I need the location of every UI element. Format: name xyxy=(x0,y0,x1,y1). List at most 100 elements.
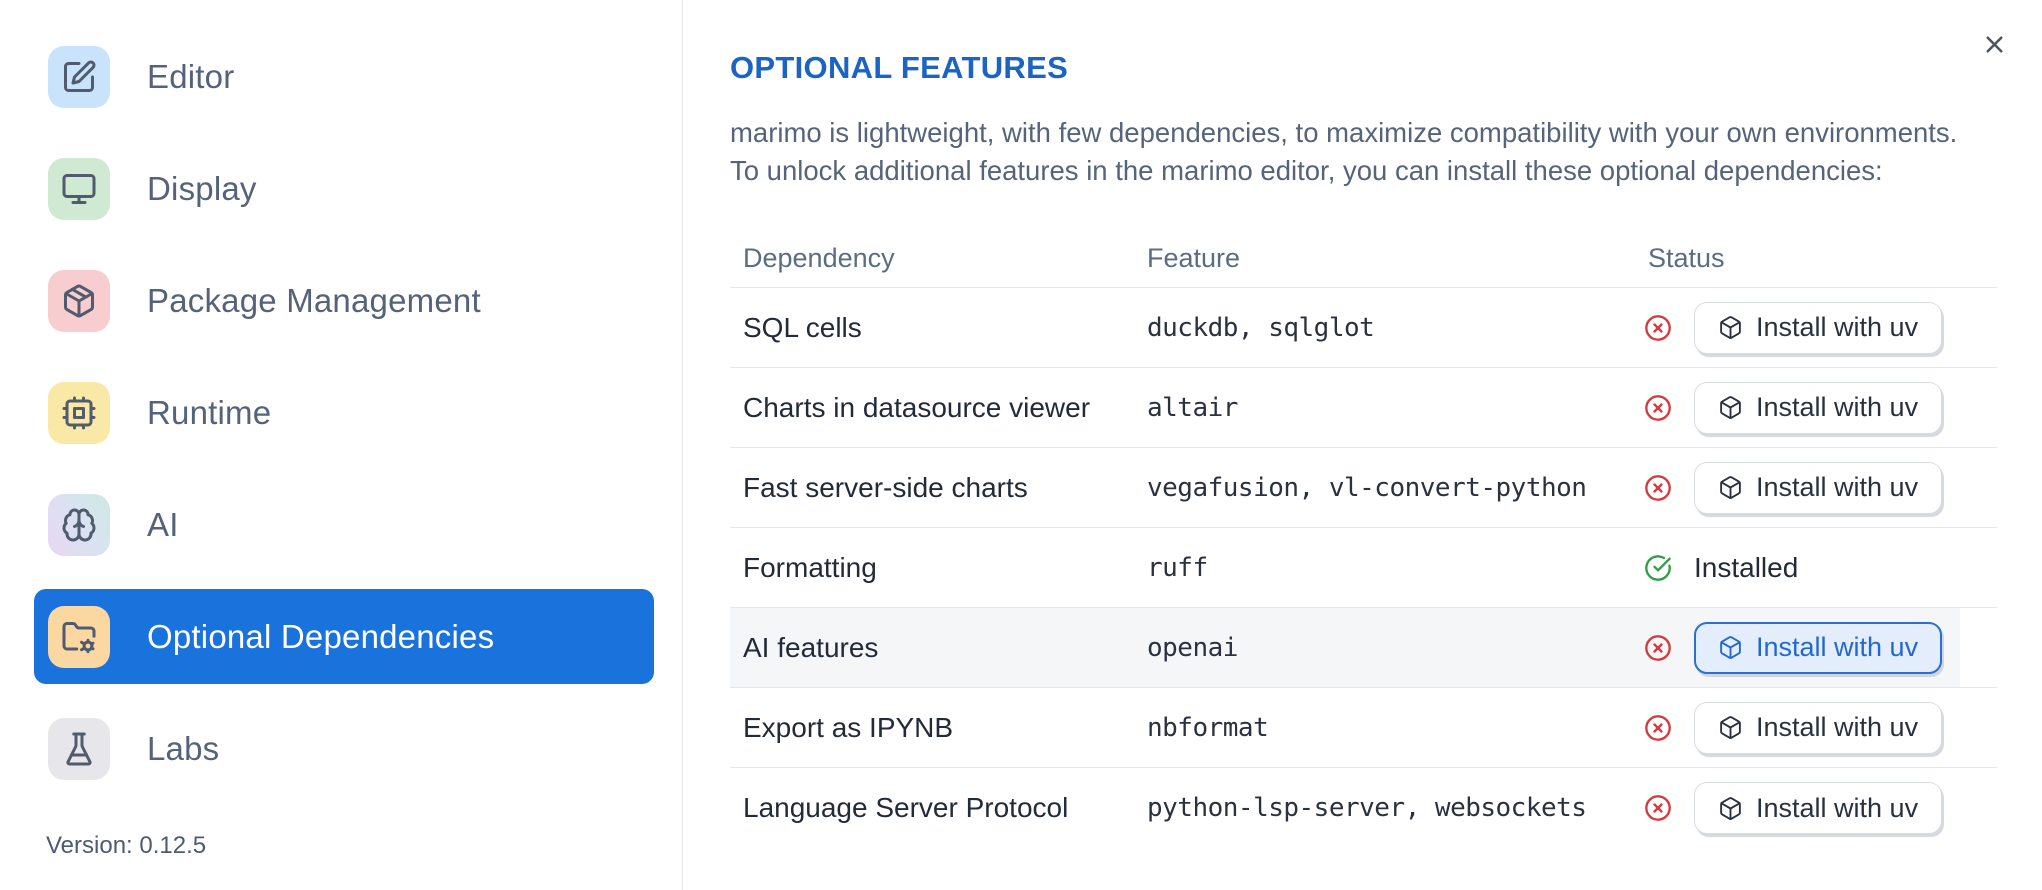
square-pen-icon-badge xyxy=(48,45,110,108)
sidebar-item-runtime[interactable]: Runtime xyxy=(34,365,654,460)
install-button-label: Install with uv xyxy=(1756,312,1919,342)
status-missing-icon xyxy=(1644,474,1672,502)
x-icon xyxy=(1985,35,2003,53)
folder-cog-icon xyxy=(62,621,96,653)
table-body: SQL cells duckdb, sqlglot Install with uv C… xyxy=(730,288,1997,848)
status-cell: Install with uv xyxy=(1644,301,1997,354)
dependency-cell: Export as IPYNB xyxy=(743,711,954,743)
sidebar-item-display[interactable]: Display xyxy=(34,141,654,236)
status-missing-icon xyxy=(1644,634,1672,662)
flask-icon xyxy=(66,732,92,765)
circle-x-icon xyxy=(1645,394,1671,421)
table-row: Fast server-side charts vegafusion, vl-co… xyxy=(730,448,1997,528)
status-cell: Installed xyxy=(1644,552,1997,584)
settings-sidebar: Editor Display Package Management Runtime AI… xyxy=(0,0,683,890)
table-row: Language Server Protocol python-lsp-serve… xyxy=(730,768,1997,848)
sidebar-item-package-management[interactable]: Package Management xyxy=(34,253,654,348)
flask-icon-badge xyxy=(48,717,110,780)
status-missing-icon xyxy=(1644,314,1672,342)
feature-cell: python-lsp-server, websockets xyxy=(1147,793,1587,823)
circle-x-icon xyxy=(1645,474,1671,501)
close-button[interactable] xyxy=(1979,29,2009,59)
box-icon xyxy=(1720,316,1741,339)
dependencies-table: Dependency Feature Status SQL cells duckd… xyxy=(730,230,1997,848)
optional-features-panel: OPTIONAL FEATURES marimo is lightweight,… xyxy=(683,0,2042,890)
install-with-uv-button[interactable]: Install with uv xyxy=(1694,301,1943,354)
circle-x-icon xyxy=(1645,314,1671,341)
install-with-uv-button[interactable]: Install with uv xyxy=(1694,701,1943,754)
sidebar-item-labs[interactable]: Labs xyxy=(34,701,654,796)
box-icon xyxy=(1720,396,1741,419)
box-icon xyxy=(1720,796,1741,820)
dependency-cell: AI features xyxy=(743,631,879,663)
square-pen-icon xyxy=(64,60,96,92)
circle-x-icon xyxy=(1645,795,1671,821)
feature-cell: openai xyxy=(1147,632,1238,663)
circle-x-icon xyxy=(1645,634,1671,661)
sidebar-item-label: Labs xyxy=(147,729,220,767)
sidebar-item-ai[interactable]: AI xyxy=(34,477,654,572)
cpu-icon-badge xyxy=(48,381,110,444)
header-dependency: Dependency xyxy=(743,243,895,273)
feature-cell: altair xyxy=(1147,392,1238,423)
sidebar-item-label: Package Management xyxy=(147,281,481,319)
table-row: SQL cells duckdb, sqlglot Install with uv xyxy=(730,288,1997,368)
table-header-row: Dependency Feature Status xyxy=(730,230,1997,288)
folder-cog-icon-badge xyxy=(48,605,110,668)
install-button-label: Install with uv xyxy=(1756,472,1919,502)
box-icon xyxy=(1720,636,1741,659)
sidebar-item-editor[interactable]: Editor xyxy=(34,29,654,124)
install-button-label: Install with uv xyxy=(1756,392,1919,422)
status-missing-icon xyxy=(1644,394,1672,422)
status-cell: Install with uv xyxy=(1644,701,1997,754)
table-row: Charts in datasource viewer altair Install… xyxy=(730,368,1997,448)
status-missing-icon xyxy=(1644,794,1672,822)
feature-cell: duckdb, sqlglot xyxy=(1147,312,1375,343)
header-feature: Feature xyxy=(1147,243,1241,273)
sidebar-item-optional-dependencies[interactable]: Optional Dependencies xyxy=(34,589,654,684)
sidebar-nav: Editor Display Package Management Runtime AI… xyxy=(0,29,682,796)
table-row: Formatting ruff Installed xyxy=(730,528,1997,608)
page-title: OPTIONAL FEATURES xyxy=(730,50,1069,85)
settings-dialog: Editor Display Package Management Runtime AI… xyxy=(0,0,2042,890)
status-cell: Install with uv xyxy=(1644,381,1997,434)
dependency-cell: SQL cells xyxy=(743,311,862,343)
monitor-icon xyxy=(62,173,96,204)
sidebar-item-label: Editor xyxy=(147,57,235,95)
installed-label: Installed xyxy=(1694,551,1799,583)
sidebar-item-label: Optional Dependencies xyxy=(147,617,495,655)
box-icon xyxy=(1720,716,1741,739)
dependency-cell: Fast server-side charts xyxy=(743,471,1028,503)
dependency-cell: Charts in datasource viewer xyxy=(743,391,1091,423)
status-cell: Install with uv xyxy=(1644,461,1997,514)
table-row: AI features openai Install with uv xyxy=(730,608,1997,688)
sidebar-item-label: Runtime xyxy=(147,393,272,431)
install-button-label: Install with uv xyxy=(1756,632,1919,662)
circle-x-icon xyxy=(1645,714,1671,741)
install-with-uv-button[interactable]: Install with uv xyxy=(1694,782,1943,834)
dependency-cell: Language Server Protocol xyxy=(743,792,1069,823)
circle-check-icon xyxy=(1645,554,1671,581)
header-status: Status xyxy=(1648,243,1725,273)
feature-cell: vegafusion, vl-convert-python xyxy=(1147,472,1587,503)
install-with-uv-button[interactable]: Install with uv xyxy=(1694,461,1943,514)
description-line-2: To unlock additional features in the mar… xyxy=(730,155,1883,186)
brain-icon xyxy=(62,508,96,541)
install-with-uv-button[interactable]: Install with uv xyxy=(1694,621,1943,674)
feature-cell: nbformat xyxy=(1147,712,1269,743)
panel-description: marimo is lightweight, with few dependen… xyxy=(730,114,1997,190)
cpu-icon xyxy=(62,396,96,429)
sidebar-item-label: AI xyxy=(147,505,179,543)
status-installed-icon xyxy=(1644,554,1672,582)
status-cell: Install with uv xyxy=(1644,621,1997,674)
table-row: Export as IPYNB nbformat Install with uv xyxy=(730,688,1997,768)
install-button-label: Install with uv xyxy=(1756,792,1919,823)
status-cell: Install with uv xyxy=(1644,782,1997,834)
box-icon xyxy=(1720,476,1741,499)
dependency-cell: Formatting xyxy=(743,551,877,583)
monitor-icon-badge xyxy=(48,157,110,220)
status-missing-icon xyxy=(1644,714,1672,742)
brain-icon-badge xyxy=(48,493,110,556)
package-icon xyxy=(64,284,94,317)
install-with-uv-button[interactable]: Install with uv xyxy=(1694,381,1943,434)
